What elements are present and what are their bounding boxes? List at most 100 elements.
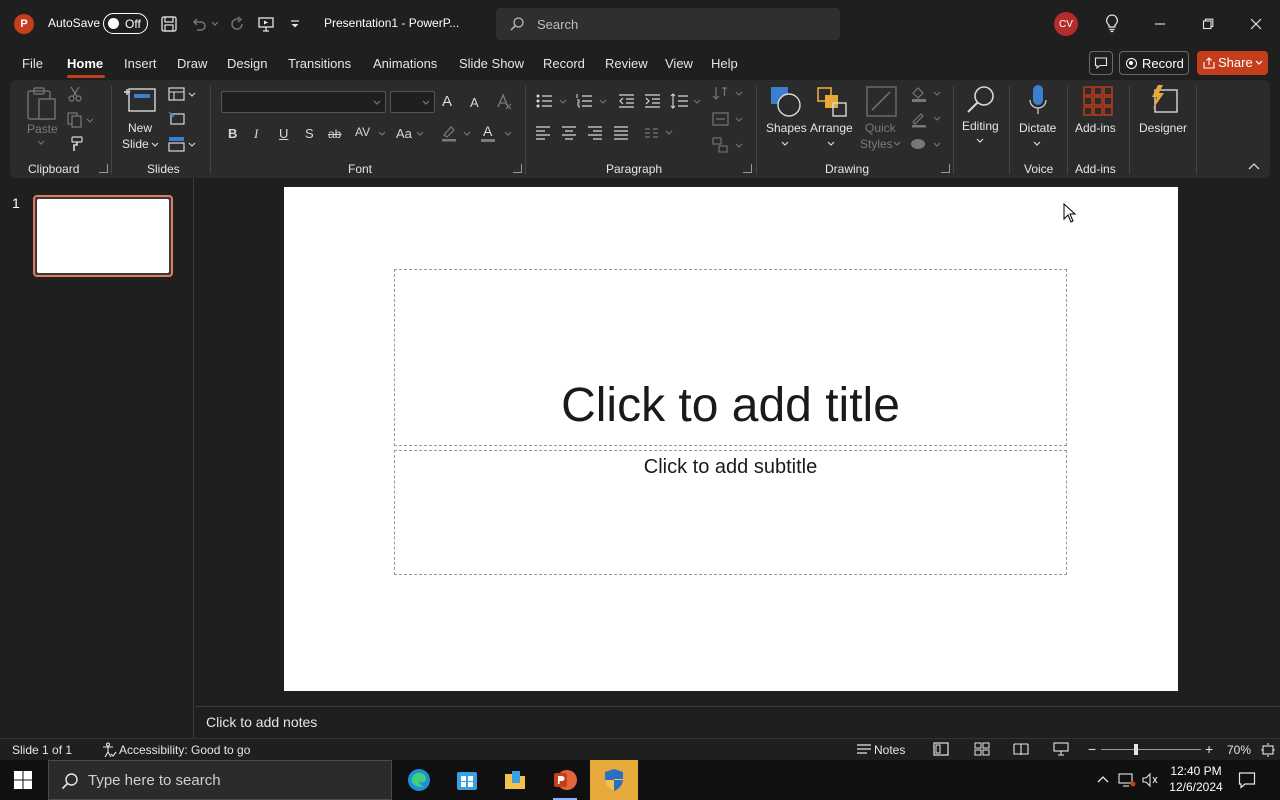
volume-icon[interactable] [1141,772,1159,788]
slide-thumbnail[interactable] [33,195,173,277]
shadow-button[interactable]: S [305,126,314,141]
zoom-slider-track[interactable] [1101,744,1201,755]
align-left-icon[interactable] [535,126,551,140]
text-direction-icon[interactable] [712,85,744,103]
zoom-level[interactable]: 70% [1227,743,1251,757]
justify-icon[interactable] [613,126,629,140]
fit-to-window-icon[interactable] [1260,742,1276,758]
taskbar-clock[interactable]: 12:40 PM 12/6/2024 [1165,763,1227,795]
zoom-in-button[interactable]: + [1205,741,1213,757]
increase-indent-icon[interactable] [644,93,662,109]
tab-review[interactable]: Review [605,56,648,71]
slide-canvas[interactable]: Click to add title Click to add subtitle [284,187,1178,691]
normal-view-icon[interactable] [933,742,949,756]
autosave-toggle[interactable]: Off [103,13,148,34]
format-painter-icon[interactable] [68,136,84,152]
slideshow-view-icon[interactable] [1053,742,1069,756]
dictate-dropdown-icon[interactable] [1033,141,1041,147]
paste-icon[interactable] [25,86,59,122]
microphone-icon[interactable] [1028,84,1048,116]
taskbar-file-explorer-app[interactable] [491,760,539,800]
case-dropdown-icon[interactable] [416,131,424,137]
underline-button[interactable]: U [279,126,288,141]
new-slide-icon[interactable] [123,86,157,114]
numbering-icon[interactable] [576,93,608,109]
search-box[interactable]: Search [496,8,840,40]
tray-chevron-icon[interactable] [1096,773,1110,787]
save-icon[interactable] [159,14,179,34]
taskbar-store-app[interactable] [443,760,491,800]
font-size-field[interactable] [390,91,435,113]
notes-pane[interactable]: Click to add notes [195,706,1280,738]
slide-sorter-icon[interactable] [974,742,990,756]
taskbar-powerpoint-app[interactable] [541,760,589,800]
add-ins-icon[interactable] [1083,86,1113,116]
shape-effects-icon[interactable] [910,136,942,152]
paragraph-launcher-icon[interactable] [743,164,752,173]
reset-slide-icon[interactable] [168,111,186,127]
character-spacing-button[interactable]: AV [355,125,370,139]
tab-transitions[interactable]: Transitions [288,56,351,71]
align-center-icon[interactable] [561,126,577,140]
drawing-launcher-icon[interactable] [941,164,950,173]
title-placeholder[interactable]: Click to add title [394,269,1067,446]
undo-dropdown-icon[interactable] [211,21,219,27]
italic-button[interactable]: I [254,126,258,142]
record-button[interactable]: Record [1119,51,1189,75]
network-icon[interactable] [1118,772,1136,788]
section-icon[interactable] [168,136,198,152]
customize-qat-icon[interactable] [285,14,305,34]
taskbar-security-app[interactable] [590,760,638,800]
spacing-dropdown-icon[interactable] [378,131,386,137]
subtitle-placeholder[interactable]: Click to add subtitle [394,450,1067,575]
comments-button[interactable] [1089,51,1113,75]
share-button[interactable]: Share [1197,51,1268,75]
shapes-icon[interactable] [770,86,802,118]
taskbar-edge-app[interactable] [395,760,443,800]
columns-icon[interactable] [644,126,676,140]
tab-design[interactable]: Design [227,56,267,71]
highlight-dropdown-icon[interactable] [463,131,471,137]
bullets-icon[interactable] [536,93,568,109]
user-avatar[interactable]: CV [1054,12,1078,36]
arrange-icon[interactable] [816,86,848,118]
cut-icon[interactable] [68,86,82,102]
shrink-font-icon[interactable]: A [470,95,479,110]
tab-view[interactable]: View [665,56,693,71]
tab-insert[interactable]: Insert [124,56,157,71]
quick-styles-icon[interactable] [866,86,898,118]
present-icon[interactable] [256,14,276,34]
tab-help[interactable]: Help [711,56,738,71]
clipboard-launcher-icon[interactable] [99,164,108,173]
accessibility-status[interactable]: Accessibility: Good to go [119,743,250,757]
font-name-field[interactable] [221,91,386,113]
grow-font-icon[interactable]: A [442,93,452,110]
zoom-slider-thumb[interactable] [1134,744,1138,755]
tab-record[interactable]: Record [543,56,585,71]
tab-animations[interactable]: Animations [373,56,437,71]
notes-toggle-label[interactable]: Notes [874,743,905,757]
line-spacing-icon[interactable] [670,93,702,109]
layout-icon[interactable] [168,86,198,102]
restore-icon[interactable] [1194,10,1222,38]
font-launcher-icon[interactable] [513,164,522,173]
notification-center-icon[interactable] [1238,771,1256,789]
tab-slide-show[interactable]: Slide Show [459,56,524,71]
editing-search-icon[interactable] [965,84,997,116]
align-right-icon[interactable] [587,126,603,140]
editing-dropdown-icon[interactable] [976,138,984,144]
new-slide-dropdown-icon[interactable] [151,142,159,148]
document-title[interactable]: Presentation1 - PowerP... [324,16,459,30]
change-case-button[interactable]: Aa [396,126,412,141]
decrease-indent-icon[interactable] [618,93,636,109]
zoom-out-button[interactable]: − [1088,741,1096,757]
clear-formatting-icon[interactable] [495,92,513,110]
quick-styles-dropdown-icon[interactable] [893,141,901,147]
strikethrough-button[interactable]: ab [328,127,341,141]
tab-draw[interactable]: Draw [177,56,207,71]
tab-home[interactable]: Home [67,56,103,71]
collapse-ribbon-icon[interactable] [1248,162,1260,170]
accessibility-icon[interactable] [101,742,117,758]
windows-start-icon[interactable] [14,771,32,789]
close-icon[interactable] [1242,10,1270,38]
